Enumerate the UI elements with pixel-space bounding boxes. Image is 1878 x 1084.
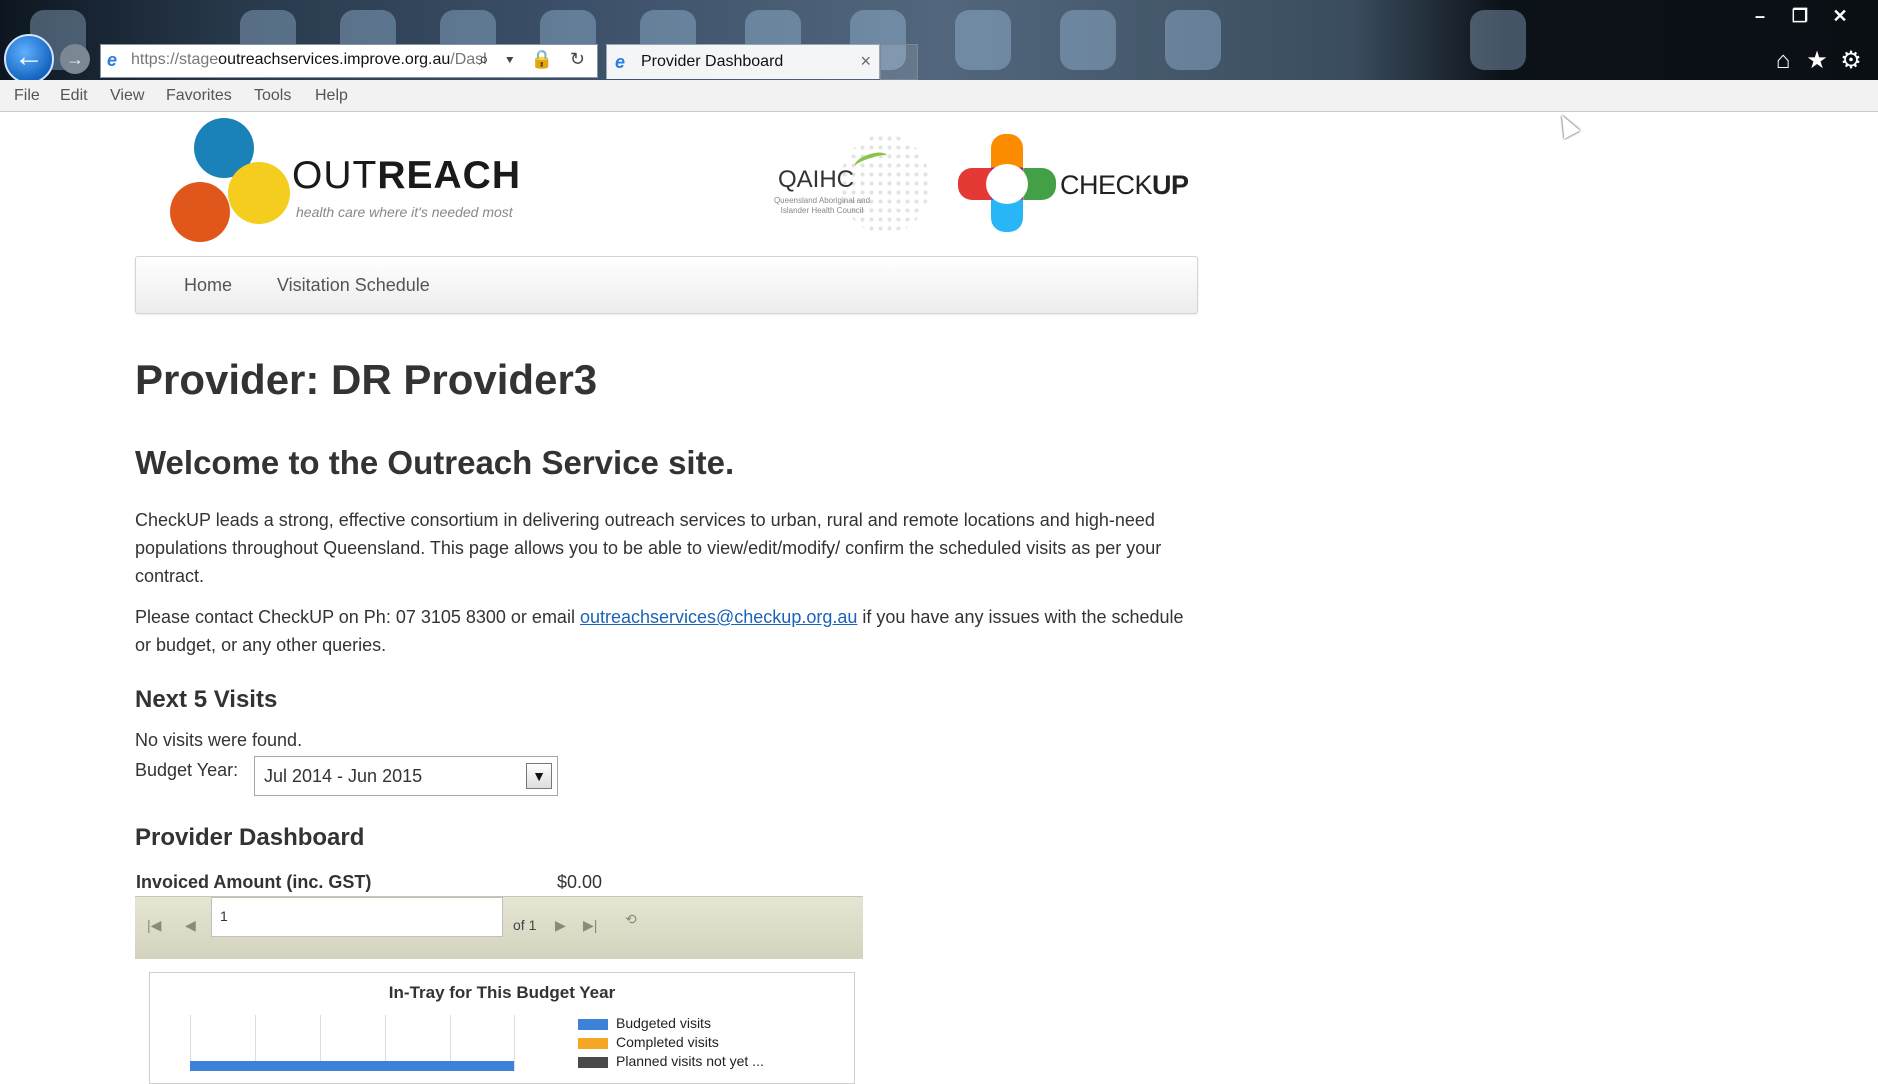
- next-page-icon[interactable]: ▶: [555, 917, 566, 934]
- outreach-wordmark: OUTREACH: [292, 154, 521, 198]
- checkup-wordmark-light: CHECK: [1060, 170, 1153, 200]
- checkup-cross-center: [986, 164, 1028, 204]
- tab-close-icon[interactable]: ×: [860, 51, 871, 72]
- legend-label: Completed visits: [616, 1034, 719, 1050]
- contact-email-link[interactable]: outreachservices@checkup.org.au: [580, 607, 857, 627]
- taskbar-blob: [1470, 10, 1526, 70]
- new-tab-button[interactable]: [880, 44, 918, 80]
- page-title: Provider: DR Provider3: [135, 356, 598, 403]
- close-window-button[interactable]: ✕: [1820, 6, 1860, 27]
- outreach-tagline: health care where it's needed most: [296, 204, 513, 220]
- budget-year-value: Jul 2014 - Jun 2015: [264, 766, 423, 786]
- url-text[interactable]: https://stageoutreachservices.improve.or…: [131, 51, 491, 69]
- legend-swatch: [578, 1018, 608, 1030]
- qaihc-subtitle: Queensland Aboriginal and Islander Healt…: [773, 196, 871, 215]
- welcome-heading: Welcome to the Outreach Service site.: [135, 444, 735, 481]
- browser-titlebar: ← → e https://stageoutreachservices.impr…: [0, 0, 1878, 84]
- qaihc-wordmark: QAIHC: [778, 166, 855, 193]
- tab-title: Provider Dashboard: [641, 53, 784, 70]
- provider-dashboard-heading: Provider Dashboard: [135, 824, 365, 851]
- site-nav: Home Visitation Schedule: [135, 256, 1198, 314]
- taskbar-blob: [1165, 10, 1221, 70]
- legend-swatch: [578, 1037, 608, 1049]
- no-visits-message: No visits were found.: [135, 730, 303, 750]
- intray-chart: In-Tray for This Budget Year Budgeted vi…: [149, 972, 855, 1084]
- ie-icon: e: [615, 52, 626, 72]
- ie-icon: e: [107, 50, 118, 70]
- outreach-logo: OUTREACH health care where it's needed m…: [168, 118, 548, 248]
- taskbar-blob: [1060, 10, 1116, 70]
- invoiced-amount-label: Invoiced Amount (inc. GST): [136, 872, 372, 892]
- nav-home-link[interactable]: Home: [184, 275, 232, 296]
- legend-item: Planned visits not yet ...: [578, 1053, 764, 1072]
- favorites-star-icon[interactable]: ★: [1800, 46, 1834, 75]
- budget-year-select[interactable]: Jul 2014 - Jun 2015 ▼: [254, 756, 558, 796]
- address-bar[interactable]: e https://stageoutreachservices.improve.…: [100, 44, 598, 78]
- first-page-icon[interactable]: |◀: [147, 917, 161, 934]
- back-button[interactable]: ←: [4, 34, 54, 84]
- home-icon[interactable]: ⌂: [1766, 47, 1800, 75]
- wordmark-bold: REACH: [377, 154, 521, 197]
- forward-button[interactable]: →: [60, 44, 90, 74]
- url-scheme: https://stage: [131, 51, 219, 68]
- menu-edit[interactable]: Edit: [60, 87, 88, 105]
- tab-provider-dashboard[interactable]: e Provider Dashboard ×: [606, 44, 880, 79]
- nav-visitation-schedule-link[interactable]: Visitation Schedule: [277, 275, 430, 296]
- next-visits-heading: Next 5 Visits: [135, 686, 278, 713]
- invoiced-amount-value: $0.00: [557, 872, 603, 892]
- contact-text-before: Please contact CheckUP on Ph: 07 3105 83…: [135, 607, 580, 627]
- menu-help[interactable]: Help: [315, 87, 348, 105]
- chart-title: In-Tray for This Budget Year: [388, 983, 616, 1002]
- menu-file[interactable]: File: [14, 87, 40, 105]
- chevron-down-icon[interactable]: ▼: [526, 763, 552, 789]
- gear-icon[interactable]: ⚙: [1834, 46, 1868, 75]
- intro-paragraph: CheckUP leads a strong, effective consor…: [135, 510, 1162, 586]
- mouse-cursor-icon: [1553, 111, 1581, 139]
- checkup-wordmark: CHECKUP: [1060, 170, 1189, 201]
- restore-button[interactable]: ❐: [1780, 6, 1820, 27]
- budget-year-label: Budget Year:: [135, 760, 239, 780]
- page-number-input[interactable]: 1: [211, 897, 503, 937]
- contact-paragraph: Please contact CheckUP on Ph: 07 3105 83…: [135, 603, 1195, 659]
- legend-swatch: [578, 1056, 608, 1068]
- legend-item: Completed visits: [578, 1034, 764, 1053]
- checkup-logo: CHECKUP: [958, 134, 1198, 234]
- address-tools-icons[interactable]: ⌕ ▾ 🔒 ↻: [479, 49, 591, 70]
- legend-label: Budgeted visits: [616, 1015, 711, 1031]
- menu-bar: File Edit View Favorites Tools Help: [0, 80, 1878, 112]
- report-pager: |◀ ◀ 1 of 1 ▶ ▶| ⟲: [135, 896, 863, 959]
- menu-favorites[interactable]: Favorites: [166, 87, 232, 105]
- page-count: of 1: [513, 917, 537, 933]
- qaihc-logo: QAIHC Queensland Aboriginal and Islander…: [760, 134, 930, 234]
- url-host: outreachservices.improve.org.au: [218, 51, 451, 68]
- browser-tool-icons: ⌂ ★ ⚙: [1766, 46, 1868, 75]
- last-page-icon[interactable]: ▶|: [583, 917, 597, 934]
- grid-line: [514, 1015, 515, 1071]
- logo-circle-orange: [170, 182, 230, 242]
- checkup-wordmark-bold: UP: [1152, 170, 1189, 200]
- legend-label: Planned visits not yet ...: [616, 1053, 764, 1069]
- menu-tools[interactable]: Tools: [254, 87, 291, 105]
- minimize-button[interactable]: –: [1740, 6, 1780, 27]
- legend-item: Budgeted visits: [578, 1015, 764, 1034]
- logo-circle-yellow: [228, 162, 290, 224]
- previous-page-icon[interactable]: ◀: [185, 917, 196, 934]
- chart-legend: Budgeted visits Completed visits Planned…: [578, 1015, 764, 1072]
- taskbar-blob: [955, 10, 1011, 70]
- refresh-report-icon[interactable]: ⟲: [625, 911, 637, 928]
- wordmark-light: OUT: [292, 154, 378, 197]
- page-number-value: 1: [220, 908, 228, 924]
- window-controls: – ❐ ✕: [1740, 6, 1860, 27]
- menu-view[interactable]: View: [110, 87, 144, 105]
- chart-bar-budgeted: [190, 1061, 514, 1071]
